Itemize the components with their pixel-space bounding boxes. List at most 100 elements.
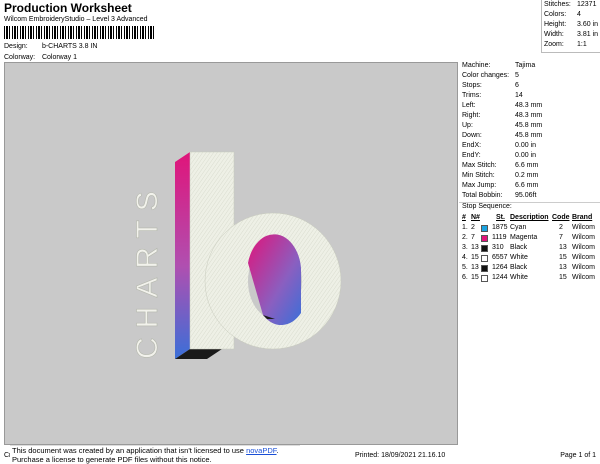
printed-timestamp: Printed: 18/09/2021 21.16.10 xyxy=(355,452,446,459)
embroidery-design: CHARTS xyxy=(131,151,342,359)
novapdf-text: This document was created by an applicat… xyxy=(12,446,247,455)
color-swatch xyxy=(481,275,488,282)
row-number: 3. xyxy=(462,244,468,251)
stat-value: 1:1 xyxy=(577,41,587,48)
row-description: Black xyxy=(510,264,528,271)
design-value: b-CHARTS 3.8 IN xyxy=(41,43,98,50)
barcode xyxy=(4,26,156,39)
stop-sequence-title: Stop Sequence: xyxy=(462,203,512,210)
info-value: 0.00 in xyxy=(515,152,537,159)
stat-stitches: Stitches: 12371 xyxy=(544,1,600,11)
info-down: Down: 45.8 mm xyxy=(462,132,600,142)
info-value: 48.3 mm xyxy=(515,102,543,109)
info-stops: Stops: 6 xyxy=(462,82,600,92)
stats-box: Stitches: 12371 Colors: 4 Height: 3.60 i… xyxy=(541,0,600,53)
design-preview: CHARTS xyxy=(4,62,458,445)
stat-label: Height: xyxy=(544,21,567,28)
table-row: 2. 7 1119 Magenta 7 Wilcom xyxy=(459,234,600,244)
info-label: Total Bobbin: xyxy=(462,192,503,199)
worksheet-header: Production Worksheet Wilcom EmbroiderySt… xyxy=(0,0,600,63)
novapdf-link[interactable]: novaPDF xyxy=(246,446,276,455)
novapdf-purchase-text: Purchase a license to generate PDF files… xyxy=(12,455,212,464)
info-value: 6.6 mm xyxy=(515,182,539,189)
row-brand: Wilcom xyxy=(572,244,595,251)
row-needle: 13 xyxy=(471,244,479,251)
row-needle: 2 xyxy=(471,224,475,231)
info-label: Left: xyxy=(462,102,476,109)
info-label: EndY: xyxy=(462,152,481,159)
info-label: Machine: xyxy=(462,62,491,69)
table-row: 4. 15 6557 White 15 Wilcom xyxy=(459,254,600,264)
stat-label: Stitches: xyxy=(544,1,571,8)
info-machine: Machine: Tajima xyxy=(462,62,600,72)
table-header-row: # N# St. Description Code Brand xyxy=(459,214,600,224)
row-description: Magenta xyxy=(510,234,538,241)
colorway-row: Colorway: Colorway 1 xyxy=(4,54,77,61)
stat-value: 3.60 in xyxy=(577,21,599,28)
stat-zoom: Zoom: 1:1 xyxy=(544,41,600,51)
info-value: 45.8 mm xyxy=(515,132,543,139)
row-brand: Wilcom xyxy=(572,254,595,261)
row-brand: Wilcom xyxy=(572,234,595,241)
row-description: Cyan xyxy=(510,224,527,231)
stat-height: Height: 3.60 in xyxy=(544,21,600,31)
info-value: Tajima xyxy=(515,62,536,69)
page-title: Production Worksheet xyxy=(4,1,132,15)
color-swatch xyxy=(481,235,488,242)
row-code: 13 xyxy=(559,244,567,251)
info-left: Left: 48.3 mm xyxy=(462,102,600,112)
col-header-needle: N# xyxy=(471,214,480,221)
color-swatch xyxy=(481,265,488,272)
col-header-description: Description xyxy=(510,214,549,221)
info-right: Right: 48.3 mm xyxy=(462,112,600,122)
row-code: 15 xyxy=(559,274,567,281)
row-code: 7 xyxy=(559,234,563,241)
info-value: 14 xyxy=(515,92,523,99)
page-number: Page 1 of 1 xyxy=(560,452,596,459)
info-label: Right: xyxy=(462,112,481,119)
stat-value: 4 xyxy=(577,11,581,18)
info-label: Color changes: xyxy=(462,72,510,79)
info-up: Up: 45.8 mm xyxy=(462,122,600,132)
row-number: 1. xyxy=(462,224,468,231)
info-label: EndX: xyxy=(462,142,482,149)
row-stitches: 1264 xyxy=(492,264,508,271)
info-value: 48.3 mm xyxy=(515,112,543,119)
stat-label: Zoom: xyxy=(544,41,564,48)
col-header-stitches: St. xyxy=(496,214,505,221)
info-endy: EndY: 0.00 in xyxy=(462,152,600,162)
info-max-stitch: Max Stitch: 6.6 mm xyxy=(462,162,600,172)
col-header-code: Code xyxy=(552,214,570,221)
row-stitches: 310 xyxy=(492,244,504,251)
software-subtitle: Wilcom EmbroideryStudio – Level 3 Advanc… xyxy=(4,16,148,23)
table-row: 6. 15 1244 White 15 Wilcom xyxy=(459,274,600,284)
stem-side xyxy=(175,152,190,359)
info-value: 0.2 mm xyxy=(515,172,539,179)
stat-width: Width: 3.81 in xyxy=(544,31,600,41)
row-description: Black xyxy=(510,244,528,251)
stat-colors: Colors: 4 xyxy=(544,11,600,21)
stat-label: Width: xyxy=(544,31,564,38)
row-brand: Wilcom xyxy=(572,224,595,231)
info-label: Max Jump: xyxy=(462,182,497,189)
table-row: 5. 13 1264 Black 13 Wilcom xyxy=(459,264,600,274)
row-needle: 15 xyxy=(471,274,479,281)
row-code: 2 xyxy=(559,224,563,231)
info-value: 6 xyxy=(515,82,519,89)
row-brand: Wilcom xyxy=(572,264,595,271)
page-footer: Cr This document was created by an appli… xyxy=(0,445,600,464)
col-header-num: # xyxy=(462,214,466,221)
design-row: Design: b-CHARTS 3.8 IN xyxy=(4,43,97,50)
info-value: 45.8 mm xyxy=(515,122,543,129)
novapdf-suffix: . xyxy=(276,446,279,455)
row-code: 15 xyxy=(559,254,567,261)
info-value: 6.6 mm xyxy=(515,162,539,169)
table-row: 1. 2 1875 Cyan 2 Wilcom xyxy=(459,224,600,234)
info-trims: Trims: 14 xyxy=(462,92,600,102)
info-max-jump: Max Jump: 6.6 mm xyxy=(462,182,600,192)
info-total-bobbin: Total Bobbin: 95.06ft xyxy=(462,192,600,202)
info-label: Up: xyxy=(462,122,473,129)
row-number: 6. xyxy=(462,274,468,281)
stat-label: Colors: xyxy=(544,11,567,18)
row-brand: Wilcom xyxy=(572,274,595,281)
